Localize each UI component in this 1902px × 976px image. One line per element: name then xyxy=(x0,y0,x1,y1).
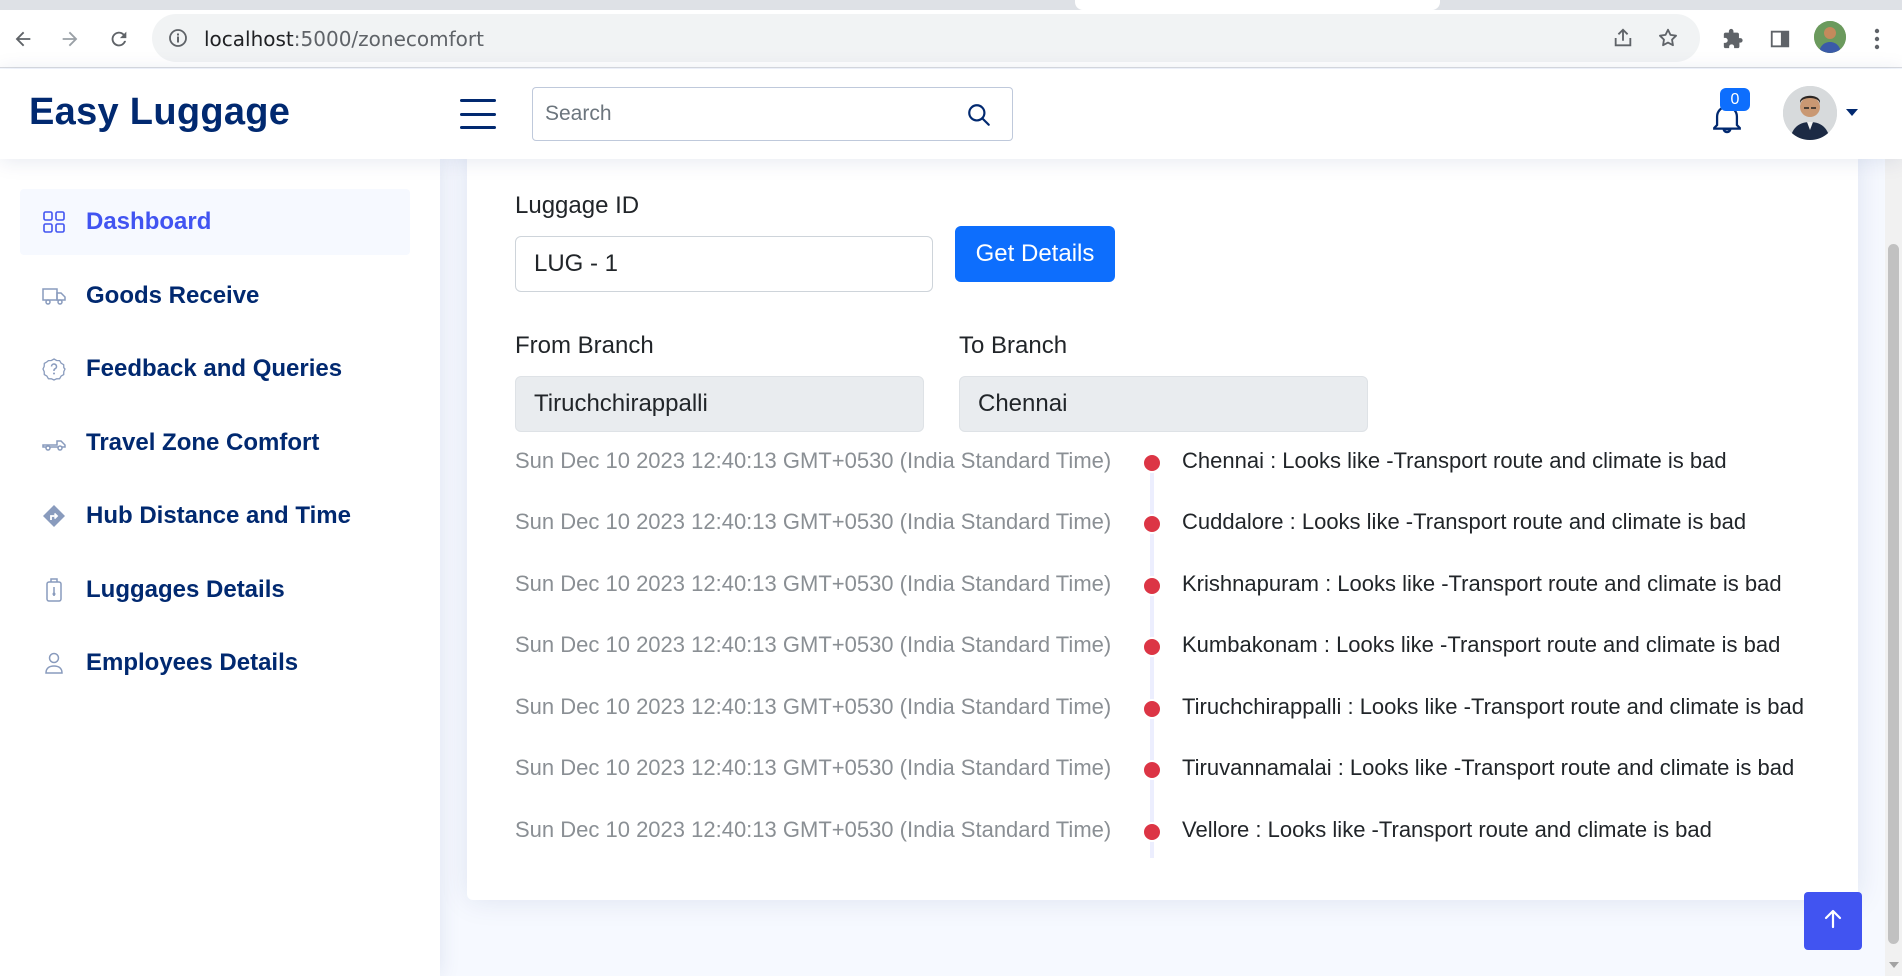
timeline-text: Kumbakonam : Looks like -Transport route… xyxy=(1182,632,1781,657)
app-logo[interactable]: Easy Luggage xyxy=(29,91,290,134)
to-branch-field: Chennai xyxy=(959,376,1368,432)
sidebar-item-label: Luggages Details xyxy=(86,576,285,603)
timeline-dot-icon xyxy=(1142,637,1162,657)
sidebar-toggle-hamburger-icon[interactable] xyxy=(460,99,496,129)
zone-timeline: Sun Dec 10 2023 12:40:13 GMT+0530 (India… xyxy=(515,448,1835,882)
sidebar-item-goods-receive[interactable]: Goods Receive xyxy=(20,263,410,329)
arrow-up-icon xyxy=(1822,908,1844,935)
timeline-item: Sun Dec 10 2023 12:40:13 GMT+0530 (India… xyxy=(515,632,1835,662)
browser-profile-avatar[interactable] xyxy=(1814,21,1846,53)
share-icon[interactable] xyxy=(1611,26,1635,50)
sidebar: Dashboard Goods Receive Feedback and Que… xyxy=(0,159,440,976)
timeline-time: Sun Dec 10 2023 12:40:13 GMT+0530 (India… xyxy=(515,694,1112,719)
timeline-dot-icon xyxy=(1142,453,1162,473)
timeline-item: Sun Dec 10 2023 12:40:13 GMT+0530 (India… xyxy=(515,448,1835,478)
sidebar-item-hub-distance-and-time[interactable]: Hub Distance and Time xyxy=(20,483,410,549)
sidebar-item-feedback-and-queries[interactable]: Feedback and Queries xyxy=(20,336,410,402)
sidebar-item-label: Hub Distance and Time xyxy=(86,502,351,529)
timeline-dot-icon xyxy=(1142,576,1162,596)
profile-dropdown-caret-icon[interactable] xyxy=(1846,109,1858,116)
browser-tab-strip xyxy=(0,0,1902,10)
sidebar-item-luggages-details[interactable]: Luggages Details xyxy=(20,557,410,623)
luggage-id-input[interactable]: LUG - 1 xyxy=(515,236,933,292)
timeline-text: Cuddalore : Looks like -Transport route … xyxy=(1182,509,1747,534)
sidebar-item-label: Travel Zone Comfort xyxy=(86,429,320,456)
timeline-item: Sun Dec 10 2023 12:40:13 GMT+0530 (India… xyxy=(515,755,1835,785)
to-branch-label: To Branch xyxy=(959,332,1068,359)
search-input[interactable] xyxy=(545,100,945,128)
url-path: :5000/zonecomfort xyxy=(293,27,484,51)
timeline-item: Sun Dec 10 2023 12:40:13 GMT+0530 (India… xyxy=(515,571,1835,601)
timeline-dot-icon xyxy=(1142,822,1162,842)
timeline-item: Sun Dec 10 2023 12:40:13 GMT+0530 (India… xyxy=(515,694,1835,724)
timeline-text: Chennai : Looks like -Transport route an… xyxy=(1182,448,1727,473)
browser-active-tab[interactable] xyxy=(1075,0,1440,10)
site-info-icon[interactable] xyxy=(168,28,188,48)
url-host: localhost xyxy=(204,27,294,51)
notification-count-badge: 0 xyxy=(1720,88,1750,111)
search-icon[interactable] xyxy=(963,99,995,131)
grid-icon xyxy=(42,210,66,234)
timeline-text: Krishnapuram : Looks like -Transport rou… xyxy=(1182,571,1782,596)
address-bar[interactable]: localhost:5000/zonecomfort xyxy=(152,14,1700,62)
app-header: Easy Luggage 0 xyxy=(0,69,1902,159)
page-scrollbar[interactable] xyxy=(1885,69,1902,976)
timeline-dot-icon xyxy=(1142,514,1162,534)
browser-toolbar: localhost:5000/zonecomfort xyxy=(0,10,1902,68)
truck-flatbed-icon xyxy=(42,431,66,455)
back-arrow-icon[interactable] xyxy=(8,24,38,54)
search-bar xyxy=(532,87,1013,141)
truck-icon xyxy=(42,284,66,308)
timeline-dot-icon xyxy=(1142,699,1162,719)
sidebar-item-label: Dashboard xyxy=(86,208,212,235)
sidebar-item-dashboard[interactable]: Dashboard xyxy=(20,189,410,255)
timeline-time: Sun Dec 10 2023 12:40:13 GMT+0530 (India… xyxy=(515,817,1112,842)
timeline-text: Tiruchchirappalli : Looks like -Transpor… xyxy=(1182,694,1804,719)
timeline-text: Tiruvannamalai : Looks like -Transport r… xyxy=(1182,755,1795,780)
browser-menu-kebab-icon[interactable] xyxy=(1862,24,1892,54)
timeline-time: Sun Dec 10 2023 12:40:13 GMT+0530 (India… xyxy=(515,448,1112,473)
timeline-dot-icon xyxy=(1142,760,1162,780)
user-avatar[interactable] xyxy=(1783,86,1837,140)
scroll-down-arrow-icon[interactable] xyxy=(1889,962,1899,968)
sidebar-item-travel-zone-comfort[interactable]: Travel Zone Comfort xyxy=(20,410,410,476)
forward-arrow-icon[interactable] xyxy=(55,24,85,54)
timeline-time: Sun Dec 10 2023 12:40:13 GMT+0530 (India… xyxy=(515,509,1112,534)
get-details-button[interactable]: Get Details xyxy=(955,226,1115,282)
question-circle-icon xyxy=(42,357,66,381)
sign-turn-right-icon xyxy=(42,504,66,528)
sidebar-item-employees-details[interactable]: Employees Details xyxy=(20,630,410,696)
person-icon xyxy=(42,651,66,675)
bookmark-star-icon[interactable] xyxy=(1656,26,1680,50)
from-branch-field: Tiruchchirappalli xyxy=(515,376,924,432)
extensions-puzzle-icon[interactable] xyxy=(1718,24,1748,54)
timeline-time: Sun Dec 10 2023 12:40:13 GMT+0530 (India… xyxy=(515,755,1112,780)
sidebar-item-label: Feedback and Queries xyxy=(86,355,343,382)
url-text: localhost:5000/zonecomfort xyxy=(204,27,484,51)
timeline-time: Sun Dec 10 2023 12:40:13 GMT+0530 (India… xyxy=(515,632,1112,657)
timeline-item: Sun Dec 10 2023 12:40:13 GMT+0530 (India… xyxy=(515,817,1835,847)
reload-icon[interactable] xyxy=(104,24,134,54)
from-branch-label: From Branch xyxy=(515,332,654,359)
sidebar-item-label: Goods Receive xyxy=(86,282,260,309)
luggage-id-label: Luggage ID xyxy=(515,192,640,219)
back-to-top-button[interactable] xyxy=(1804,892,1862,950)
timeline-text: Vellore : Looks like -Transport route an… xyxy=(1182,817,1712,842)
timeline-time: Sun Dec 10 2023 12:40:13 GMT+0530 (India… xyxy=(515,571,1112,596)
zone-comfort-card: Luggage ID LUG - 1 Get Details From Bran… xyxy=(467,148,1858,900)
sidebar-item-label: Employees Details xyxy=(86,649,299,676)
scrollbar-thumb[interactable] xyxy=(1888,244,1899,944)
side-panel-icon[interactable] xyxy=(1765,24,1795,54)
luggage-icon xyxy=(42,578,66,602)
timeline-item: Sun Dec 10 2023 12:40:13 GMT+0530 (India… xyxy=(515,509,1835,539)
